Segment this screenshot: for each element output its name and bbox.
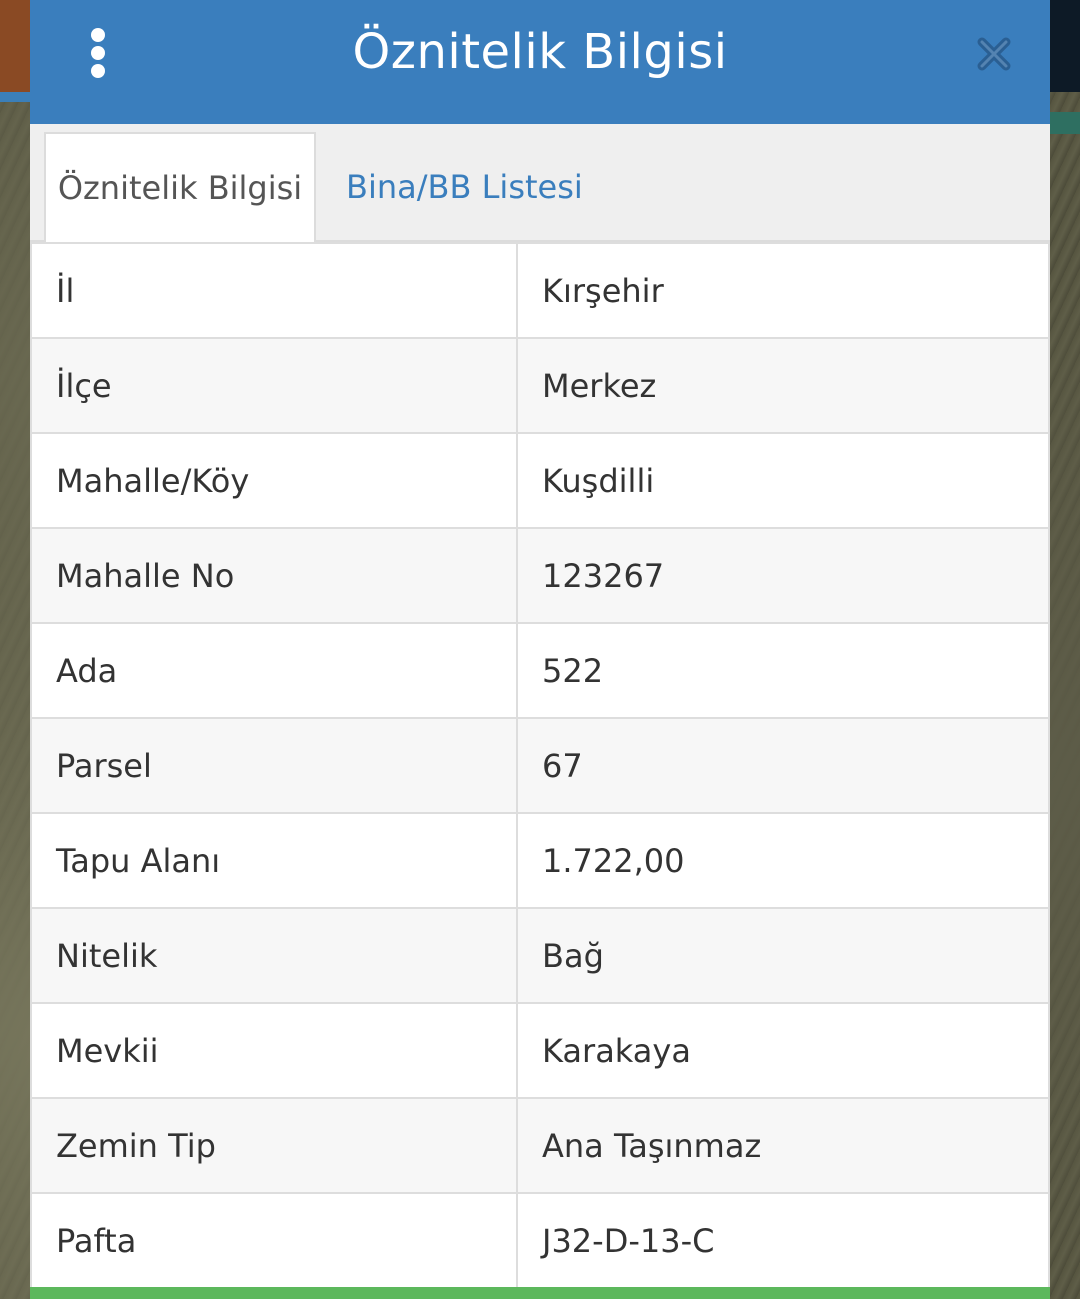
attribute-key: Parsel <box>30 717 518 814</box>
table-row: Mahalle No 123267 <box>30 527 1050 624</box>
attribute-key: Mahalle/Köy <box>30 432 518 529</box>
attribute-value: 67 <box>516 717 1050 814</box>
attribute-key: Nitelik <box>30 907 518 1004</box>
attribute-key: Pafta <box>30 1192 518 1289</box>
attribute-value: 123267 <box>516 527 1050 624</box>
map-edge-right <box>1050 0 1080 92</box>
attribute-value: J32-D-13-C <box>516 1192 1050 1289</box>
attribute-key: İl <box>30 242 518 339</box>
map-edge-left-accent <box>0 92 30 102</box>
table-row: Zemin Tip Ana Taşınmaz <box>30 1097 1050 1194</box>
attribute-key: Ada <box>30 622 518 719</box>
tab-attribute-info[interactable]: Öznitelik Bilgisi <box>44 132 316 242</box>
attribute-value: Kuşdilli <box>516 432 1050 529</box>
attribute-info-dialog: Öznitelik Bilgisi Öznitelik Bilgisi Bina… <box>30 0 1050 1299</box>
table-row: İl Kırşehir <box>30 242 1050 339</box>
attribute-value: 1.722,00 <box>516 812 1050 909</box>
attribute-value: 522 <box>516 622 1050 719</box>
attribute-key: İlçe <box>30 337 518 434</box>
attribute-value: Kırşehir <box>516 242 1050 339</box>
attribute-table: İl Kırşehir İlçe Merkez Mahalle/Köy Kuşdilli M… <box>30 242 1050 1289</box>
table-row: Pafta J32-D-13-C <box>30 1192 1050 1289</box>
tab-bar: Öznitelik Bilgisi Bina/BB Listesi <box>30 124 1050 242</box>
close-icon[interactable] <box>974 34 1014 74</box>
dialog-title: Öznitelik Bilgisi <box>352 24 728 80</box>
attribute-key: Tapu Alanı <box>30 812 518 909</box>
attribute-key: Mevkii <box>30 1002 518 1099</box>
tab-label: Öznitelik Bilgisi <box>57 169 303 207</box>
attribute-value: Ana Taşınmaz <box>516 1097 1050 1194</box>
table-row: Parsel 67 <box>30 717 1050 814</box>
tab-building-list[interactable]: Bina/BB Listesi <box>346 132 583 242</box>
table-row: Nitelik Bağ <box>30 907 1050 1004</box>
map-edge-left <box>0 0 30 92</box>
attribute-value: Merkez <box>516 337 1050 434</box>
tab-label: Bina/BB Listesi <box>346 168 583 206</box>
attribute-value: Karakaya <box>516 1002 1050 1099</box>
attribute-value: Bağ <box>516 907 1050 1004</box>
attribute-key: Mahalle No <box>30 527 518 624</box>
table-row: Mevkii Karakaya <box>30 1002 1050 1099</box>
dialog-titlebar: Öznitelik Bilgisi <box>30 0 1050 124</box>
bottom-status-bar <box>30 1287 1050 1299</box>
map-edge-right-accent <box>1050 112 1080 134</box>
table-row: İlçe Merkez <box>30 337 1050 434</box>
table-row: Mahalle/Köy Kuşdilli <box>30 432 1050 529</box>
attribute-key: Zemin Tip <box>30 1097 518 1194</box>
table-row: Ada 522 <box>30 622 1050 719</box>
table-row: Tapu Alanı 1.722,00 <box>30 812 1050 909</box>
